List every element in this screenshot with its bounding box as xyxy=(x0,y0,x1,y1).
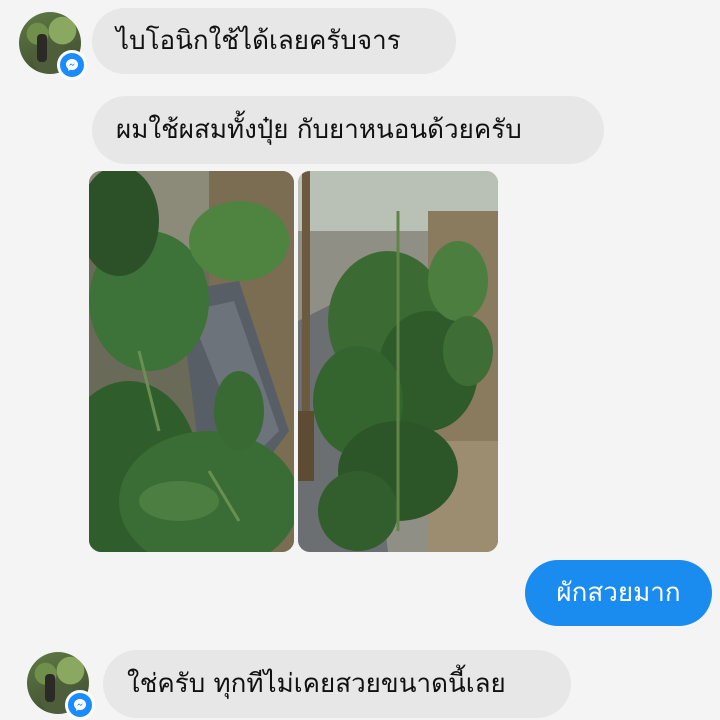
message-text: ไบโอนิกใช้ได้เลยครับจาร xyxy=(116,26,401,56)
plant-photo[interactable] xyxy=(89,171,294,552)
message-text: ผักสวยมาก xyxy=(556,578,681,608)
sender-avatar[interactable] xyxy=(27,652,95,720)
message-text: ผมใช้ผสมทั้งปุ๋ย กับยาหนอนด้วยครับ xyxy=(116,115,522,145)
plant-photo[interactable] xyxy=(298,171,498,552)
incoming-message[interactable]: ไบโอนิกใช้ได้เลยครับจาร xyxy=(92,8,456,74)
messenger-icon xyxy=(57,50,87,80)
incoming-message[interactable]: ใช่ครับ ทุกทีไม่เคยสวยขนาดนี้เลย xyxy=(103,650,571,718)
sender-avatar[interactable] xyxy=(19,12,87,80)
message-text: ใช่ครับ ทุกทีไม่เคยสวยขนาดนี้เลย xyxy=(127,669,506,699)
avatar-figure xyxy=(45,674,55,702)
incoming-message[interactable]: ผมใช้ผสมทั้งปุ๋ย กับยาหนอนด้วยครับ xyxy=(92,96,604,164)
messenger-icon xyxy=(65,690,95,720)
outgoing-message[interactable]: ผักสวยมาก xyxy=(525,560,712,626)
avatar-figure xyxy=(37,34,47,62)
